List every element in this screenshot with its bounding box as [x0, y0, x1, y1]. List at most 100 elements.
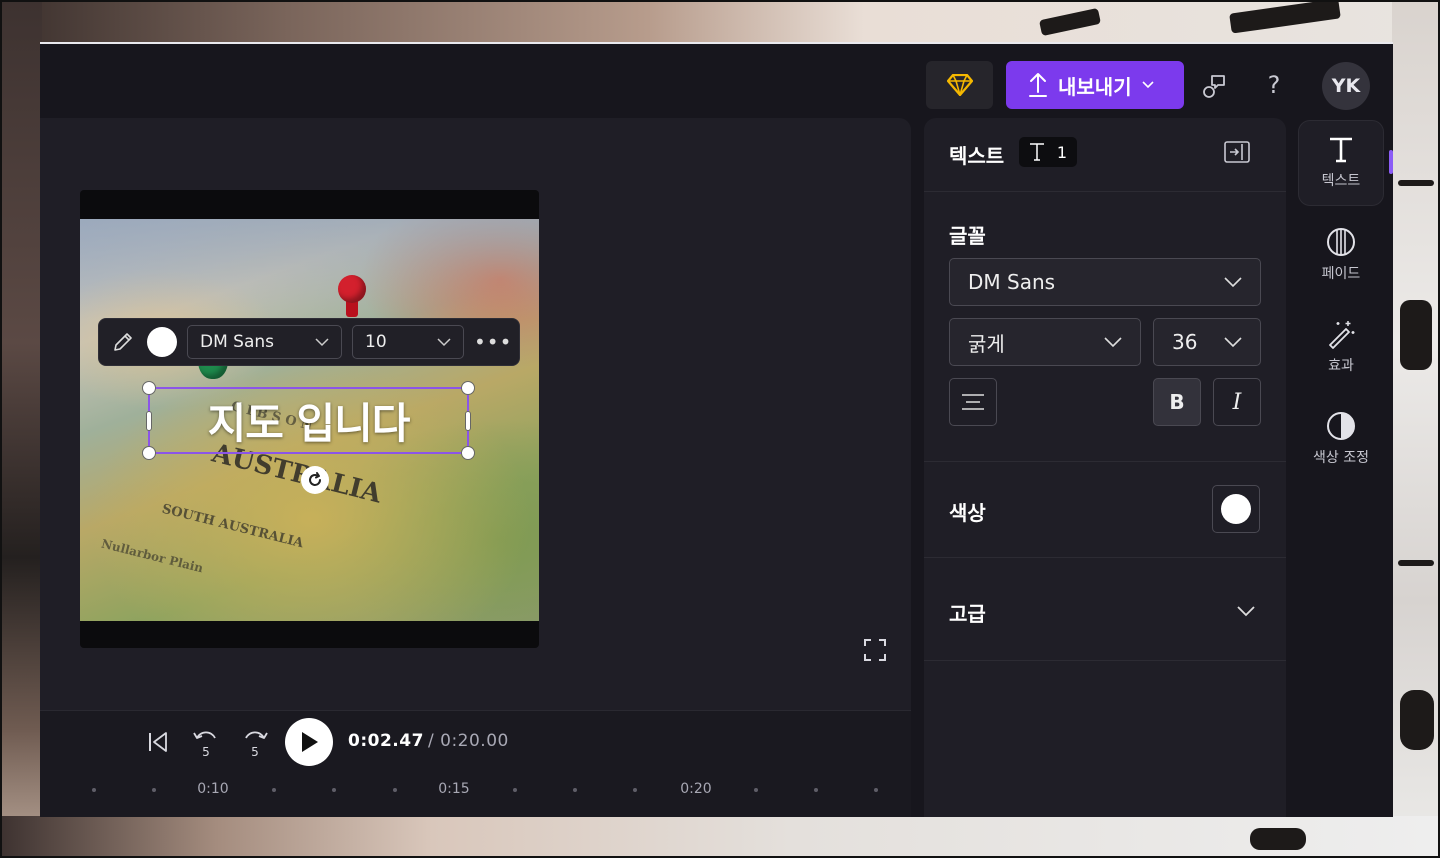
divider: [924, 461, 1286, 462]
diamond-icon: [946, 74, 973, 96]
font-size-value: 36: [1172, 330, 1198, 354]
ruler-label: 0:15: [438, 781, 470, 797]
play-icon: [302, 732, 318, 752]
rail-item-label: 페이드: [1321, 266, 1361, 282]
align-center-icon: [962, 394, 984, 410]
ruler-tick: [393, 788, 397, 792]
export-label: 내보내기: [1058, 74, 1132, 99]
skip-to-start-button[interactable]: [143, 728, 173, 756]
preview-area: G I B S O N AUSTRALIA SOUTH AUSTRALIA Nu…: [40, 118, 911, 710]
rewind-5s-button[interactable]: 5: [190, 726, 222, 760]
italic-button[interactable]: I: [1213, 378, 1261, 426]
text-color-button[interactable]: [147, 327, 177, 357]
rotate-icon: [309, 472, 321, 486]
rail-item-label: 텍스트: [1321, 173, 1361, 189]
fullscreen-icon[interactable]: [863, 638, 887, 662]
skip-to-start-icon: [149, 732, 167, 752]
ruler-tick: [573, 788, 577, 792]
background-mark: [1398, 180, 1434, 186]
chevron-down-icon: [1224, 336, 1242, 347]
divider: [924, 660, 1286, 661]
upload-icon: [1029, 73, 1047, 97]
rotate-handle[interactable]: [301, 466, 329, 494]
background-top: [0, 0, 1440, 44]
current-time: 0:02.47: [348, 731, 424, 751]
rail-item-color-adjust[interactable]: 색상 조정: [1298, 396, 1384, 482]
ruler-tick: [92, 788, 96, 792]
timeline-ruler[interactable]: 0:10 0:15 0:20: [40, 780, 911, 800]
right-tool-rail: 텍스트 페이드 효과 색상 조정: [1297, 118, 1393, 817]
magic-wand-icon: [1329, 321, 1355, 349]
advanced-section-label[interactable]: 고급: [949, 598, 986, 627]
help-icon[interactable]: ?: [1262, 70, 1286, 100]
collapse-panel-icon[interactable]: [1224, 141, 1250, 163]
resize-handle-top-left[interactable]: [142, 381, 156, 395]
resize-handle-right[interactable]: [465, 411, 471, 431]
resize-handle-bottom-right[interactable]: [461, 446, 475, 460]
font-family-value: DM Sans: [200, 332, 275, 352]
font-size-value: 10: [365, 332, 387, 352]
ruler-tick: [633, 788, 637, 792]
resize-handle-bottom-left[interactable]: [142, 446, 156, 460]
rail-item-text[interactable]: 텍스트: [1298, 120, 1384, 206]
map-sea: [80, 219, 539, 319]
rail-item-effects[interactable]: 효과: [1298, 304, 1384, 390]
bold-button[interactable]: B: [1153, 378, 1201, 426]
text-t-icon: [1029, 143, 1044, 161]
text-icon: [1330, 137, 1352, 163]
resize-handle-left[interactable]: [146, 411, 152, 431]
ruler-tick: [814, 788, 818, 792]
chevron-down-icon[interactable]: [1234, 599, 1258, 623]
layer-count: 1: [1056, 142, 1068, 162]
color-section-label: 색상: [949, 501, 986, 525]
rewind-icon: 5: [193, 731, 216, 759]
background-mark: [1250, 828, 1306, 850]
text-align-button[interactable]: [949, 378, 997, 426]
resize-handle-top-right[interactable]: [461, 381, 475, 395]
font-size-select[interactable]: 36: [1153, 318, 1261, 366]
background-mark: [1400, 300, 1432, 370]
font-size-dropdown[interactable]: 10: [352, 325, 464, 359]
rail-item-fade[interactable]: 페이드: [1298, 212, 1384, 298]
ruler-tick: [272, 788, 276, 792]
background-bottom: [0, 816, 1440, 858]
text-overlay-selection[interactable]: 지도 입니다: [142, 381, 475, 460]
rail-item-label: 색상 조정: [1313, 450, 1369, 466]
panel-title: 텍스트: [949, 144, 1005, 168]
background-mark: [1400, 690, 1434, 750]
active-indicator: [1389, 150, 1393, 174]
overlay-text: 지도 입니다: [207, 399, 411, 448]
total-time: / 0:20.00: [428, 731, 509, 751]
export-button[interactable]: 내보내기: [1006, 61, 1184, 109]
rail-item-label: 효과: [1328, 358, 1354, 374]
player-controls: 5 5 0:02.47 / 0:20.00 0:10 0:15 0:20: [40, 710, 911, 817]
ruler-label: 0:10: [197, 781, 229, 797]
edit-text-button[interactable]: [109, 328, 137, 356]
chevron-down-icon: [1142, 81, 1154, 89]
share-collaborate-icon[interactable]: [1200, 72, 1228, 100]
ruler-tick: [754, 788, 758, 792]
background-mark: [1398, 560, 1434, 566]
chevron-down-icon: [437, 337, 451, 346]
background-left: [0, 0, 42, 858]
font-family-dropdown[interactable]: DM Sans: [187, 325, 342, 359]
font-section-label: 글꼴: [949, 224, 986, 248]
premium-button[interactable]: [926, 61, 993, 109]
forward-5s-button[interactable]: 5: [239, 726, 271, 760]
text-color-picker[interactable]: [1212, 485, 1260, 533]
forward-seconds: 5: [251, 745, 259, 759]
avatar[interactable]: YK: [1322, 62, 1370, 110]
ruler-tick: [513, 788, 517, 792]
contrast-icon: [1327, 412, 1355, 440]
chevron-down-icon: [1224, 276, 1242, 287]
play-button[interactable]: [285, 718, 333, 766]
panel-header: 텍스트 1: [924, 118, 1286, 192]
rewind-seconds: 5: [202, 745, 210, 759]
more-options-icon[interactable]: •••: [474, 330, 511, 354]
font-family-select[interactable]: DM Sans: [949, 258, 1261, 306]
text-layer-badge: 1: [1019, 137, 1077, 167]
font-family-value: DM Sans: [968, 270, 1056, 294]
fade-icon: [1327, 228, 1355, 256]
chevron-down-icon: [1104, 336, 1122, 347]
font-weight-select[interactable]: 굵게: [949, 318, 1141, 366]
